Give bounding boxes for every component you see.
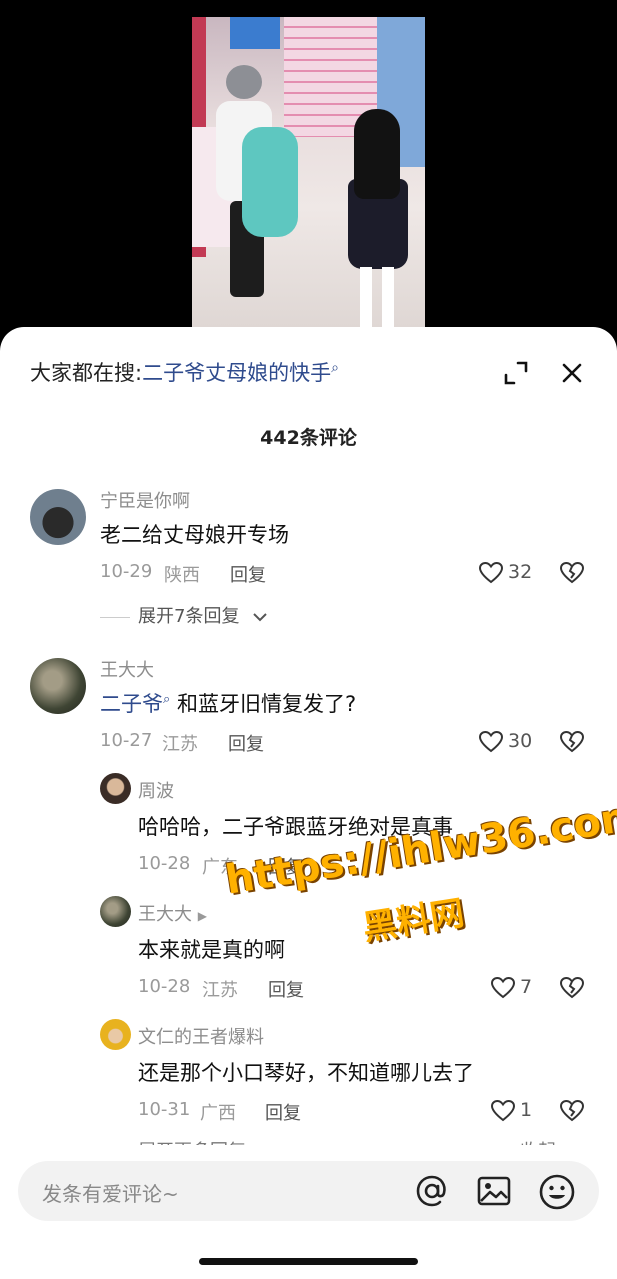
search-icon: ⌕ <box>163 692 171 707</box>
broken-heart-icon[interactable] <box>559 1099 585 1123</box>
avatar[interactable] <box>100 896 131 927</box>
like-count: 1 <box>520 1099 533 1121</box>
search-icon: ⌕ <box>331 360 339 376</box>
comment-input-bar: 发条有爱评论~ <box>0 1145 617 1279</box>
comment-location: 江苏 <box>162 734 198 755</box>
reply-button[interactable]: 回复 <box>228 730 264 756</box>
video-player[interactable] <box>192 17 425 335</box>
comment-text: 二子爷⌕ 和蓝牙旧情复发了? <box>100 688 356 718</box>
triangle-right-icon: ▶ <box>197 909 207 923</box>
heart-icon[interactable] <box>490 976 516 1000</box>
comment-date: 10-29 <box>100 561 153 582</box>
reply-location: 江苏 <box>202 980 238 1001</box>
mention-link[interactable]: 二子爷⌕ <box>100 692 170 716</box>
reply-button[interactable]: 回复 <box>265 1099 301 1125</box>
broken-heart-icon[interactable] <box>559 561 585 585</box>
video-figure-left <box>208 65 298 297</box>
comment-username[interactable]: 王大大 <box>100 656 154 682</box>
expand-replies-label: 展开7条回复 <box>138 606 240 627</box>
reply-date: 10-31 <box>138 1099 191 1120</box>
comment-location: 陕西 <box>164 565 200 586</box>
heart-icon[interactable] <box>478 730 504 754</box>
reply-username[interactable]: 王大大 ▶ <box>138 900 207 926</box>
reply-username[interactable]: 周波 <box>138 777 174 803</box>
avatar[interactable] <box>100 773 131 804</box>
like-count: 32 <box>508 561 533 583</box>
chevron-down-icon <box>253 613 267 622</box>
broken-heart-icon[interactable] <box>559 730 585 754</box>
reply-date: 10-28 <box>138 853 191 874</box>
comment-date: 10-27 <box>100 730 153 751</box>
reply-button[interactable]: 回复 <box>230 561 266 587</box>
search-term[interactable]: 二子爷丈母娘的快手 <box>142 361 331 385</box>
home-indicator <box>199 1258 418 1265</box>
comment-count: 442条评论 <box>260 427 357 449</box>
reply-username[interactable]: 文仁的王者爆料 <box>138 1023 264 1049</box>
broken-heart-icon[interactable] <box>559 976 585 1000</box>
search-prefix: 大家都在搜: <box>30 361 143 385</box>
avatar[interactable] <box>30 489 86 545</box>
comment-text: 老二给丈母娘开专场 <box>100 523 289 547</box>
comment-input[interactable]: 发条有爱评论~ <box>18 1161 599 1221</box>
reply-button[interactable]: 回复 <box>268 976 304 1002</box>
avatar[interactable] <box>100 1019 131 1050</box>
reply-location: 广西 <box>200 1103 236 1124</box>
avatar[interactable] <box>30 658 86 714</box>
comment-sheet: 大家都在搜:二子爷丈母娘的快手⌕ 442条评论 宁臣是你啊 老二给丈母娘开专场 … <box>0 327 617 1279</box>
at-mention-icon[interactable] <box>414 1173 450 1209</box>
expand-icon[interactable] <box>500 357 532 389</box>
close-icon[interactable] <box>556 357 588 389</box>
expand-replies-button[interactable]: 展开7条回复 <box>100 602 269 628</box>
heart-icon[interactable] <box>478 561 504 585</box>
video-figure-right <box>342 109 412 335</box>
reply-text: 本来就是真的啊 <box>138 938 285 962</box>
comment-body: 和蓝牙旧情复发了? <box>176 692 357 716</box>
image-icon[interactable] <box>476 1173 512 1209</box>
heart-icon[interactable] <box>490 1099 516 1123</box>
comment-input-placeholder: 发条有爱评论~ <box>42 1182 179 1206</box>
comment-username[interactable]: 宁臣是你啊 <box>100 487 190 513</box>
reply-date: 10-28 <box>138 976 191 997</box>
like-count: 7 <box>520 976 533 998</box>
reply-text: 还是那个小口琴好，不知道哪儿去了 <box>138 1061 474 1085</box>
emoji-icon[interactable] <box>538 1173 576 1211</box>
like-count: 30 <box>508 730 533 752</box>
search-suggestion[interactable]: 大家都在搜:二子爷丈母娘的快手⌕ <box>30 357 339 387</box>
